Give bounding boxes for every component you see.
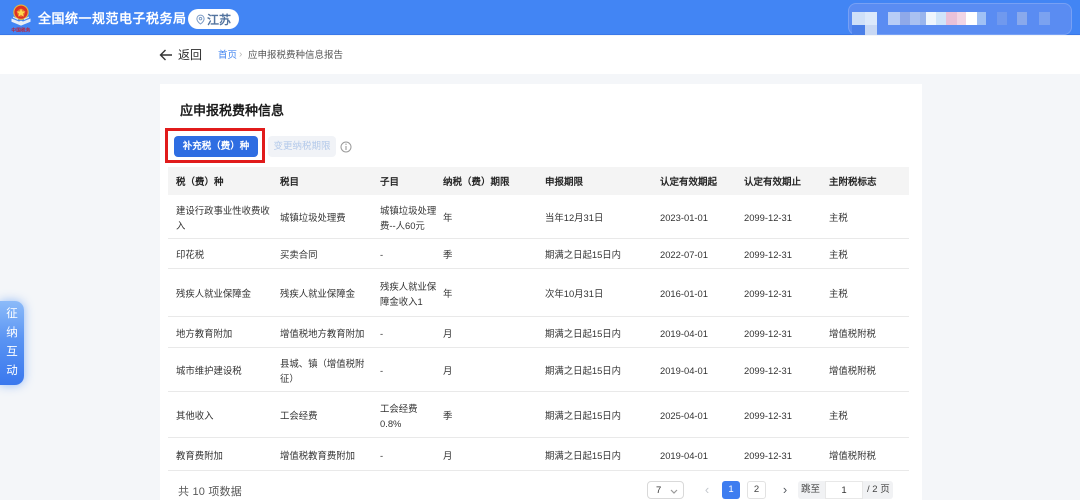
svg-text:中国税务: 中国税务 — [11, 27, 30, 34]
